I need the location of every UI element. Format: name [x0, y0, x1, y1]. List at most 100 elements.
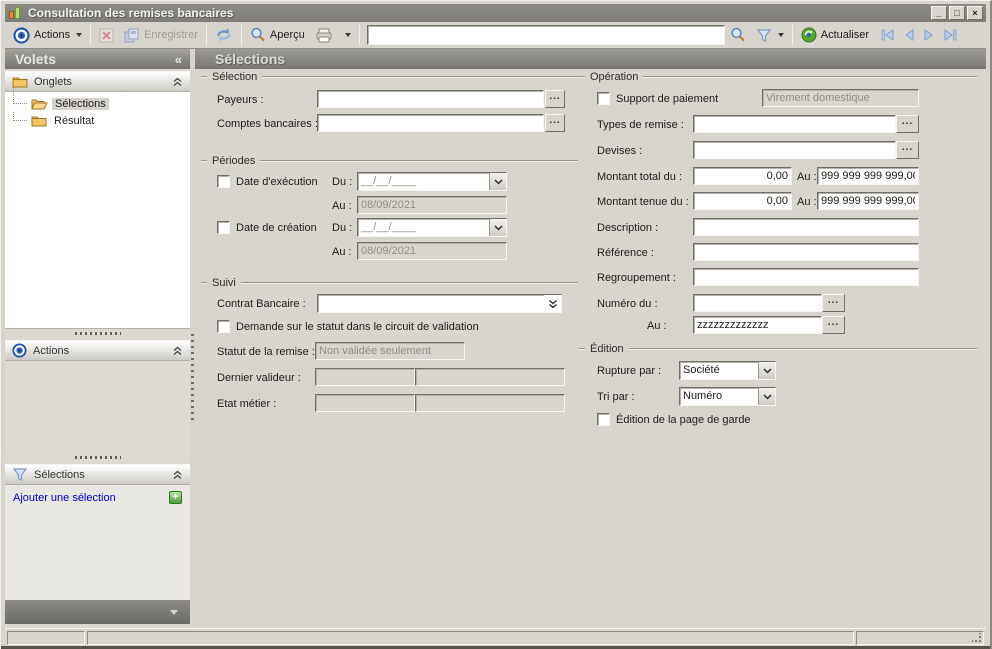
search-input[interactable] [366, 25, 725, 45]
group-selection: Sélection [201, 71, 578, 83]
sidebar-title: Volets [15, 51, 56, 67]
previous-record-icon[interactable] [902, 28, 916, 42]
support-paiement-checkbox[interactable] [597, 92, 610, 105]
actions-menu-button[interactable]: Actions [8, 24, 87, 46]
save-button[interactable]: Enregistrer [119, 24, 203, 46]
app-window: Consultation des remises bancaires _ □ ×… [0, 0, 992, 649]
regroupement-label: Regroupement : [597, 272, 676, 284]
montant-total-max-input[interactable] [817, 167, 919, 185]
selections-section-header[interactable]: Sélections [5, 464, 190, 485]
resize-grip[interactable] [972, 633, 982, 643]
status-bar [5, 628, 986, 646]
panel-splitter[interactable] [5, 453, 190, 462]
montant-total-min-input[interactable] [693, 167, 792, 185]
support-paiement-input [762, 89, 919, 107]
tri-par-select[interactable]: Numéro [679, 387, 776, 406]
chevron-down-icon[interactable] [758, 362, 775, 379]
maximize-button[interactable]: □ [949, 6, 965, 20]
refresh-button[interactable] [210, 24, 238, 46]
date-creation-label: Date de création [236, 221, 317, 234]
print-button[interactable] [310, 24, 338, 46]
save-label: Enregistrer [144, 29, 198, 41]
date-execution-checkbox[interactable] [217, 175, 230, 188]
chevron-down-icon [344, 33, 351, 37]
regroupement-input[interactable] [693, 268, 919, 286]
actualiser-icon [801, 27, 817, 43]
chevron-down-icon[interactable] [758, 388, 775, 405]
montant-tenue-label: Montant tenue du : [597, 196, 689, 208]
collapse-section-icon[interactable] [172, 470, 183, 480]
date-creation-du-combo[interactable]: __/__/____ [357, 218, 507, 237]
types-remise-label: Types de remise : [597, 119, 684, 131]
comptes-input[interactable] [317, 114, 544, 132]
status-cell-left [7, 631, 85, 645]
payeurs-browse-button[interactable]: ... [545, 90, 565, 108]
tree-item-label[interactable]: Résultat [51, 115, 97, 127]
montant-tenue-min-input[interactable] [693, 192, 792, 210]
devises-input[interactable] [693, 141, 896, 159]
comptes-browse-button[interactable]: ... [545, 114, 565, 132]
rupture-par-value: Société [683, 364, 720, 376]
double-chevron-down-icon[interactable] [544, 295, 561, 312]
numero-au-browse-button[interactable]: ... [822, 316, 845, 334]
actions-section-header[interactable]: Actions [5, 340, 190, 361]
main-panel: Sélections Sélection Payeurs : ... Compt… [195, 49, 986, 628]
date-execution-du-combo[interactable]: __/__/____ [357, 172, 507, 191]
payeurs-input[interactable] [317, 90, 544, 108]
minimize-button[interactable]: _ [931, 6, 947, 20]
actions-label: Actions [34, 29, 71, 41]
panel-splitter[interactable] [5, 329, 190, 338]
collapse-sidebar-icon[interactable]: « [175, 52, 182, 67]
types-remise-input[interactable] [693, 115, 896, 133]
tree-item-label[interactable]: Sélections [52, 97, 109, 110]
devises-browse-button[interactable]: ... [896, 141, 919, 159]
description-input[interactable] [693, 218, 919, 236]
first-record-icon[interactable] [880, 28, 896, 42]
rupture-par-label: Rupture par : [597, 365, 662, 377]
numero-au-label: Au : [647, 320, 667, 332]
onglets-section-header[interactable]: Onglets [5, 71, 190, 92]
montant-tenue-max-input[interactable] [817, 192, 919, 210]
demande-statut-checkbox[interactable] [217, 320, 230, 333]
reference-label: Référence : [597, 247, 654, 259]
delete-button[interactable] [94, 24, 119, 46]
au-label: Au : [797, 196, 817, 208]
types-remise-browse-button[interactable]: ... [896, 115, 919, 133]
tree-item-resultat[interactable]: Résultat [5, 112, 190, 129]
reference-input[interactable] [693, 243, 919, 261]
toolbar-separator [358, 25, 360, 45]
sidebar-footer-bar[interactable] [5, 600, 190, 624]
next-record-icon[interactable] [922, 28, 936, 42]
filter-button[interactable] [751, 24, 789, 46]
collapse-section-icon[interactable] [172, 346, 183, 356]
add-selection-link[interactable]: Ajouter une sélection [13, 492, 116, 504]
open-folder-icon [31, 97, 48, 110]
last-record-icon[interactable] [942, 28, 958, 42]
record-navigation [880, 28, 958, 42]
close-button[interactable]: × [967, 6, 983, 20]
print-options-button[interactable] [338, 24, 356, 46]
group-edition: Édition [579, 343, 977, 355]
add-plus-icon[interactable]: + [169, 491, 182, 504]
tree-item-selections[interactable]: Sélections [5, 87, 190, 112]
page-garde-row: Édition de la page de garde [597, 413, 751, 426]
date-creation-checkbox[interactable] [217, 221, 230, 234]
page-garde-checkbox[interactable] [597, 413, 610, 426]
comptes-label: Comptes bancaires : [217, 118, 318, 130]
refresh-data-label: Actualiser [820, 29, 870, 41]
collapse-section-icon[interactable] [172, 77, 183, 87]
chevron-down-icon[interactable] [489, 219, 506, 236]
numero-du-input[interactable] [693, 294, 822, 312]
refresh-data-button[interactable]: Actualiser [796, 24, 874, 46]
preview-button[interactable]: Aperçu [245, 24, 310, 46]
chevron-down-icon[interactable] [489, 173, 506, 190]
rupture-par-select[interactable]: Société [679, 361, 776, 380]
etat-metier-input-1 [315, 394, 415, 412]
demande-statut-label: Demande sur le statut dans le circuit de… [236, 320, 479, 333]
sidebar-header: Volets « [5, 49, 190, 69]
contrat-combo[interactable] [317, 294, 562, 313]
search-button[interactable] [725, 24, 751, 46]
numero-au-input[interactable] [693, 316, 822, 334]
onglets-title: Onglets [34, 75, 72, 88]
numero-du-browse-button[interactable]: ... [822, 294, 845, 312]
